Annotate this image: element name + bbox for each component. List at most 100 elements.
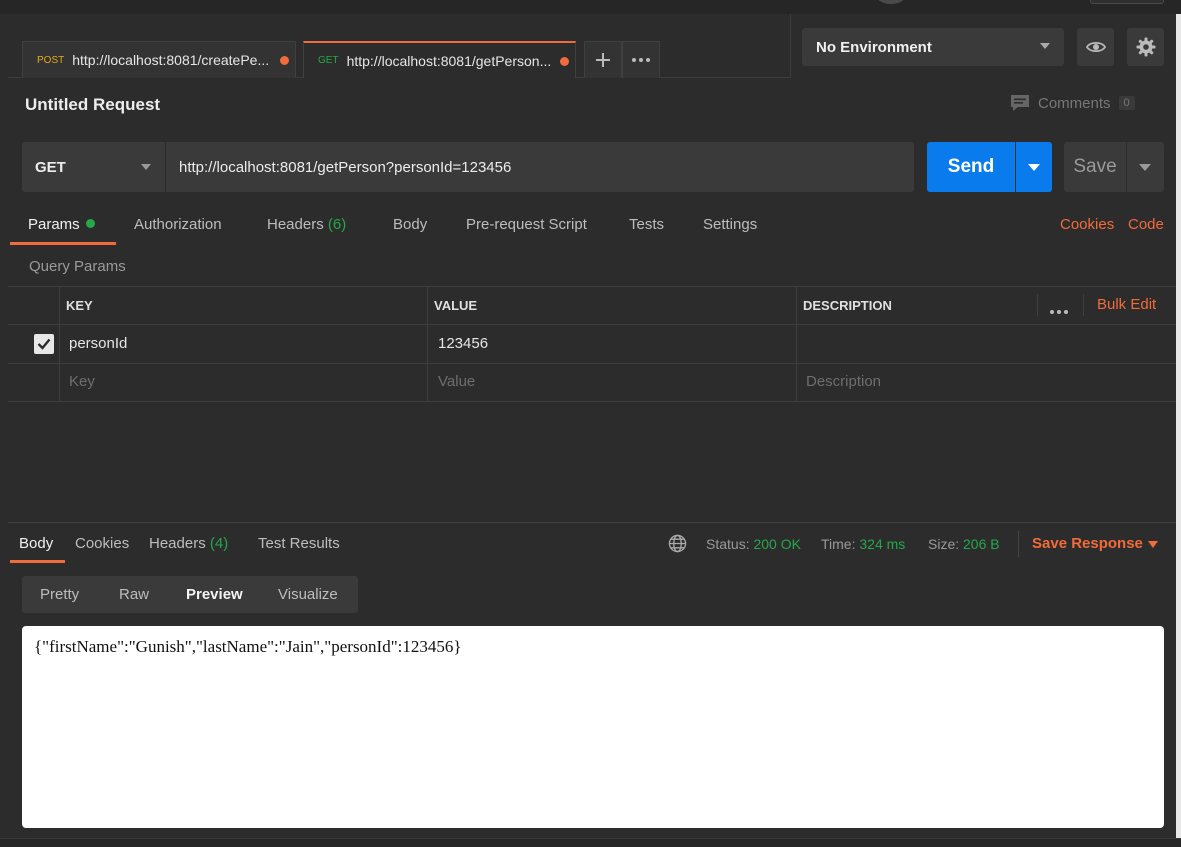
divider <box>59 286 60 402</box>
divider <box>8 401 1176 402</box>
comments-label: Comments <box>1038 94 1111 112</box>
tab-method-label: POST <box>37 54 65 66</box>
network-info-button[interactable] <box>668 534 687 556</box>
response-body-text: {"firstName":"Gunish","lastName":"Jain",… <box>34 637 462 656</box>
save-response-button[interactable]: Save Response <box>1032 535 1143 552</box>
params-active-indicator <box>85 219 95 228</box>
tab-method-label: GET <box>318 55 339 66</box>
headers-count: (6) <box>327 216 347 233</box>
view-mode-pretty[interactable]: Pretty <box>40 586 79 603</box>
tab-headers[interactable]: Headers (6) <box>267 216 346 233</box>
cookies-link[interactable]: Cookies <box>1060 216 1114 233</box>
tab-url-label: http://localhost:8081/createPe... <box>72 52 270 68</box>
comments-count-badge: 0 <box>1118 96 1135 110</box>
environment-label: No Environment <box>816 38 932 56</box>
eye-icon <box>1085 41 1106 53</box>
new-param-value-input[interactable]: Value <box>438 373 475 390</box>
query-params-label: Query Params <box>29 258 126 275</box>
code-link[interactable]: Code <box>1128 216 1164 233</box>
tab-pre-request-script[interactable]: Pre-request Script <box>466 216 587 233</box>
tab-tests[interactable]: Tests <box>629 216 664 233</box>
new-param-description-input[interactable]: Description <box>806 373 881 390</box>
response-preview-pane[interactable]: {"firstName":"Gunish","lastName":"Jain",… <box>22 626 1164 828</box>
status-value: 200 OK <box>753 536 801 552</box>
check-icon <box>37 338 51 350</box>
divider <box>8 363 1176 364</box>
unsaved-indicator <box>560 57 569 66</box>
status-label: Status: <box>706 536 750 552</box>
unsaved-indicator <box>280 56 289 65</box>
top-strip <box>0 0 1181 14</box>
response-tab-cookies[interactable]: Cookies <box>75 535 129 552</box>
save-options-button[interactable] <box>1127 142 1164 192</box>
url-input[interactable] <box>166 142 914 192</box>
tab-authorization[interactable]: Authorization <box>134 216 222 233</box>
send-button[interactable]: Send <box>927 142 1015 192</box>
response-headers-count: (4) <box>209 535 229 552</box>
tab-headers-label: Headers <box>267 216 324 233</box>
send-options-button[interactable] <box>1016 142 1052 192</box>
environment-quick-look-button[interactable] <box>1077 28 1114 66</box>
param-key-cell[interactable]: personId <box>69 335 127 352</box>
request-tab-bar: POST http://localhost:8081/createPe... G… <box>8 14 790 78</box>
view-mode-visualize[interactable]: Visualize <box>278 586 338 603</box>
environment-select[interactable]: No Environment <box>802 28 1064 66</box>
chevron-down-icon[interactable] <box>1148 541 1158 548</box>
tab-body[interactable]: Body <box>393 216 427 233</box>
more-horizontal-icon <box>1050 310 1068 314</box>
tab-settings[interactable]: Settings <box>703 216 757 233</box>
chevron-down-icon <box>1028 164 1040 171</box>
time-label: Time: <box>821 536 856 552</box>
bulk-edit-link[interactable]: Bulk Edit <box>1097 296 1156 313</box>
new-param-key-input[interactable]: Key <box>69 373 95 390</box>
column-options-button[interactable] <box>1049 302 1069 318</box>
response-headers-label: Headers <box>149 535 206 552</box>
response-tab-body[interactable]: Body <box>19 535 53 552</box>
request-title[interactable]: Untitled Request <box>25 95 160 115</box>
manage-environments-button[interactable] <box>1127 28 1164 66</box>
status-bar <box>0 838 1181 847</box>
column-header-description: DESCRIPTION <box>803 298 892 313</box>
tab-options-button[interactable] <box>622 41 660 78</box>
request-tab-post[interactable]: POST http://localhost:8081/createPe... <box>22 41 296 78</box>
response-tab-headers[interactable]: Headers (4) <box>149 535 228 552</box>
chevron-down-icon <box>141 164 151 170</box>
param-enabled-checkbox[interactable] <box>34 334 54 354</box>
tab-url-label: http://localhost:8081/getPerson... <box>346 52 552 69</box>
response-status: Status: 200 OK <box>706 536 801 552</box>
comments-button[interactable]: Comments 0 <box>1010 94 1135 112</box>
divider <box>8 324 1176 325</box>
param-value-cell[interactable]: 123456 <box>438 335 488 352</box>
size-value: 206 B <box>963 536 1000 552</box>
tab-params[interactable]: Params <box>28 216 95 233</box>
method-select[interactable]: GET <box>22 142 165 192</box>
column-header-key: KEY <box>66 298 93 313</box>
globe-icon <box>668 534 687 553</box>
column-header-value: VALUE <box>434 298 478 313</box>
chevron-down-icon <box>1040 43 1050 49</box>
divider <box>8 522 1176 523</box>
divider <box>796 286 797 402</box>
view-mode-preview[interactable]: Preview <box>186 586 243 603</box>
gear-icon <box>1136 37 1155 57</box>
response-time: Time: 324 ms <box>821 536 905 552</box>
top-bar-button[interactable] <box>1090 0 1164 4</box>
divider <box>1037 294 1038 316</box>
time-value: 324 ms <box>859 536 906 552</box>
response-size: Size: 206 B <box>928 536 1000 552</box>
active-tab-indicator <box>10 242 116 245</box>
method-label: GET <box>35 158 66 176</box>
query-params-table: KEY VALUE DESCRIPTION Bulk Edit personId… <box>8 286 1176 402</box>
divider <box>8 286 1176 287</box>
active-tab-indicator <box>10 560 65 563</box>
response-tab-test-results[interactable]: Test Results <box>258 535 340 552</box>
window-edge <box>1176 14 1181 847</box>
divider <box>427 286 428 402</box>
chevron-down-icon <box>1139 164 1151 171</box>
response-view-mode-selector: Pretty Raw Preview Visualize <box>22 576 358 613</box>
view-mode-raw[interactable]: Raw <box>119 586 149 603</box>
new-tab-button[interactable] <box>584 41 622 78</box>
divider <box>790 14 791 78</box>
request-tab-get[interactable]: GET http://localhost:8081/getPerson... <box>303 41 576 78</box>
save-button[interactable]: Save <box>1064 142 1126 192</box>
